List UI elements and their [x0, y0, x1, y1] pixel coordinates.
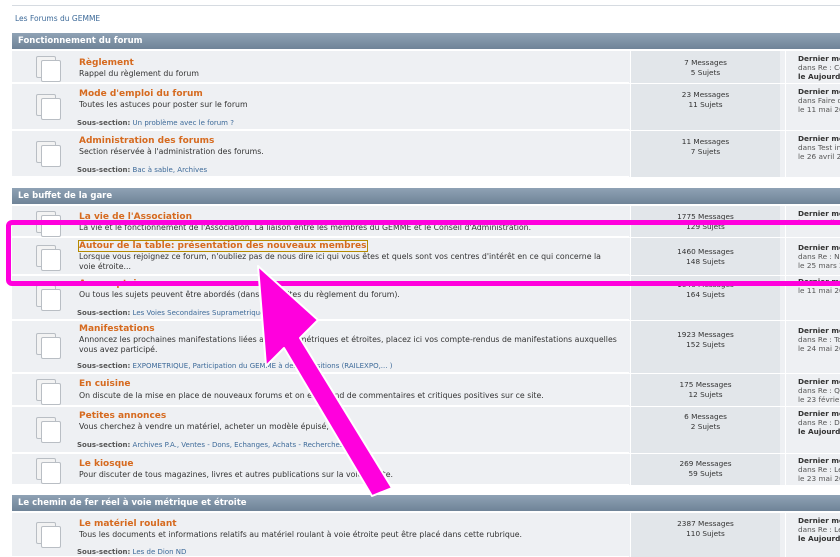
pointer-arrow-icon	[257, 265, 393, 497]
